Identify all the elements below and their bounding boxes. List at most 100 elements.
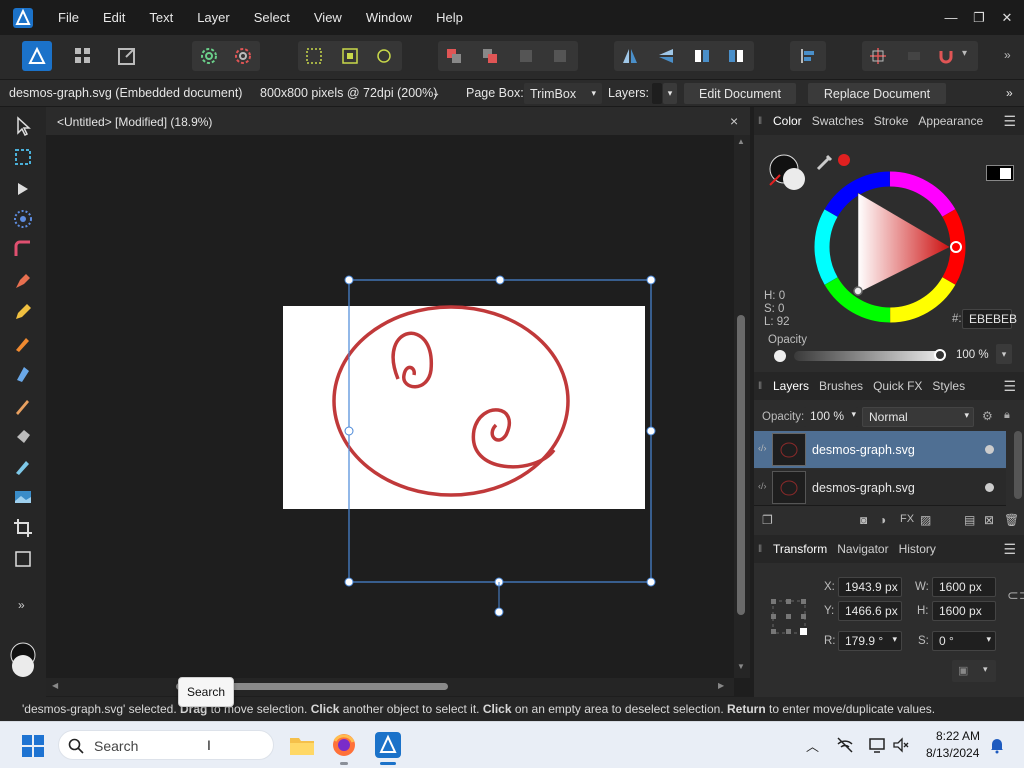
tab-history[interactable]: History [894, 542, 941, 556]
vector-brush-tool-icon[interactable] [12, 332, 34, 354]
chevron-down-icon[interactable]: ▾ [663, 83, 677, 104]
artboard-tool-icon[interactable] [12, 146, 34, 168]
menu-select[interactable]: Select [242, 10, 302, 25]
edit-document-button[interactable]: Edit Document [684, 83, 796, 104]
scroll-right-icon[interactable]: ▶ [718, 681, 724, 690]
fill-tool-icon[interactable] [12, 363, 34, 385]
lock-aspect-icon[interactable]: ⊂⊃ [1007, 587, 1024, 604]
crop-tool-icon[interactable] [12, 517, 34, 539]
lock-icon[interactable]: 🔒︎ [1004, 409, 1010, 422]
gear-alt-icon[interactable] [232, 45, 254, 67]
blend-mode-select[interactable]: Normal ▾ [862, 407, 974, 427]
layer-expand-icon[interactable]: ‹/› [758, 481, 767, 491]
corner-tool-icon[interactable] [12, 238, 34, 260]
chevron-down-icon[interactable]: ▾ [996, 344, 1012, 364]
scroll-up-icon[interactable]: ▲ [737, 137, 745, 146]
layer-expand-icon[interactable]: ‹/› [758, 443, 767, 453]
file-explorer-icon[interactable] [288, 732, 316, 758]
snap-bbox-icon[interactable] [340, 46, 360, 66]
replace-document-button[interactable]: Replace Document [808, 83, 946, 104]
layer-opacity-input[interactable]: 100 % ▾ [804, 407, 858, 427]
panel-grip-icon[interactable]: ‖ [754, 544, 768, 555]
pencil-tool-icon[interactable] [12, 301, 34, 323]
pen-tool-icon[interactable] [12, 270, 34, 292]
taskbar-search-box[interactable]: Search I [58, 730, 274, 760]
scroll-down-icon[interactable]: ▼ [737, 662, 745, 671]
anchor-selector-icon[interactable] [770, 598, 808, 636]
chevron-down-icon[interactable]: ▾ [962, 48, 967, 59]
gear-icon[interactable] [198, 45, 220, 67]
arrange-layers-icon[interactable]: ❐ [762, 513, 773, 527]
snapping-magnet-icon[interactable] [936, 46, 956, 66]
document-tab[interactable]: <Untitled> [Modified] (18.9%) × [46, 107, 750, 135]
layers-scroll-thumb[interactable] [1014, 431, 1022, 499]
chevron-down-icon[interactable]: ⌄ [432, 88, 440, 99]
tab-quick-fx[interactable]: Quick FX [868, 379, 927, 393]
panel-menu-icon[interactable]: ☰ [1003, 378, 1016, 395]
clock-date[interactable]: 8/13/2024 [926, 746, 979, 760]
panel-menu-icon[interactable]: ☰ [1003, 113, 1016, 130]
overflow-icon[interactable]: » [1006, 86, 1013, 100]
paint-brush-tool-icon[interactable] [12, 395, 34, 417]
panel-grip-icon[interactable]: ‖ [754, 116, 768, 127]
add-layer-icon[interactable]: ▤ [964, 513, 975, 527]
transform-options-button[interactable]: ▣ ▾ [952, 660, 996, 682]
layer-visibility-icon[interactable] [985, 483, 994, 492]
color-swatch-pair[interactable] [986, 165, 1014, 181]
snap-icon[interactable] [304, 46, 324, 66]
flip-vertical-icon[interactable] [656, 46, 676, 66]
shear-input[interactable]: 0 ° ▾ [932, 631, 996, 651]
tab-color[interactable]: Color [768, 114, 807, 128]
close-document-icon[interactable]: × [730, 113, 738, 129]
x-position-input[interactable]: 1943.9 px [838, 577, 902, 597]
move-to-front-icon[interactable] [550, 46, 570, 66]
delete-layer-icon[interactable]: 🗑︎ [1004, 513, 1019, 527]
fx-icon[interactable]: FX [900, 513, 914, 525]
panel-grip-icon[interactable]: ‖ [754, 381, 768, 392]
vertical-scroll-thumb[interactable] [737, 315, 745, 615]
width-input[interactable]: 1600 px [932, 577, 996, 597]
layer-settings-gear-icon[interactable]: ⚙ [982, 409, 993, 423]
place-image-tool-icon[interactable] [12, 486, 34, 508]
node-tool-icon[interactable] [12, 179, 34, 201]
rotation-input[interactable]: 179.9 ° ▾ [838, 631, 902, 651]
page-box-select[interactable]: TrimBox ▾ [524, 83, 602, 104]
gradient-tool-icon[interactable] [12, 455, 34, 477]
windows-start-icon[interactable] [21, 734, 45, 758]
menu-help[interactable]: Help [424, 10, 475, 25]
geometry-icon[interactable] [904, 46, 924, 66]
designer-persona-button[interactable] [22, 41, 52, 71]
flip-horizontal-icon[interactable] [620, 46, 640, 66]
document-size-dropdown[interactable]: 800x800 pixels @ 72dpi (200%) [260, 86, 437, 100]
notification-bell-icon[interactable] [988, 736, 1006, 754]
vertical-scrollbar[interactable]: ▲ ▼ [734, 135, 750, 678]
horizontal-scrollbar[interactable]: ◀ ▶ [46, 678, 734, 696]
move-back-one-icon[interactable] [480, 46, 500, 66]
mask-icon[interactable]: ◙ [860, 513, 867, 527]
network-icon[interactable] [836, 736, 854, 754]
clock-time[interactable]: 8:22 AM [936, 729, 980, 743]
hex-input[interactable]: EBEBEB [962, 309, 1017, 329]
layer-row[interactable]: ‹/› desmos-graph.svg [754, 431, 1006, 468]
layer-row[interactable]: ‹/› desmos-graph.svg [754, 469, 1006, 506]
display-icon[interactable] [868, 736, 886, 754]
tab-layers[interactable]: Layers [768, 379, 814, 393]
menu-file[interactable]: File [46, 10, 91, 25]
canvas[interactable] [46, 135, 734, 678]
layers-select[interactable] [652, 83, 662, 104]
opacity-slider[interactable] [794, 351, 942, 361]
adjustment-icon[interactable]: ◑ [879, 513, 886, 527]
move-forward-one-icon[interactable] [516, 46, 536, 66]
menu-layer[interactable]: Layer [185, 10, 242, 25]
panel-menu-icon[interactable]: ☰ [1003, 541, 1016, 558]
opacity-slider-handle[interactable] [934, 349, 946, 361]
transparency-tool-icon[interactable] [12, 425, 34, 447]
move-tool-icon[interactable] [12, 115, 34, 137]
rectangle-tool-icon[interactable] [12, 548, 34, 570]
menu-edit[interactable]: Edit [91, 10, 137, 25]
affinity-designer-taskbar-icon[interactable] [374, 731, 402, 759]
pixel-persona-button[interactable] [68, 41, 98, 71]
volume-muted-icon[interactable] [892, 736, 910, 754]
embedded-document-image[interactable] [283, 306, 645, 509]
fill-stroke-selector-icon[interactable] [766, 151, 810, 193]
